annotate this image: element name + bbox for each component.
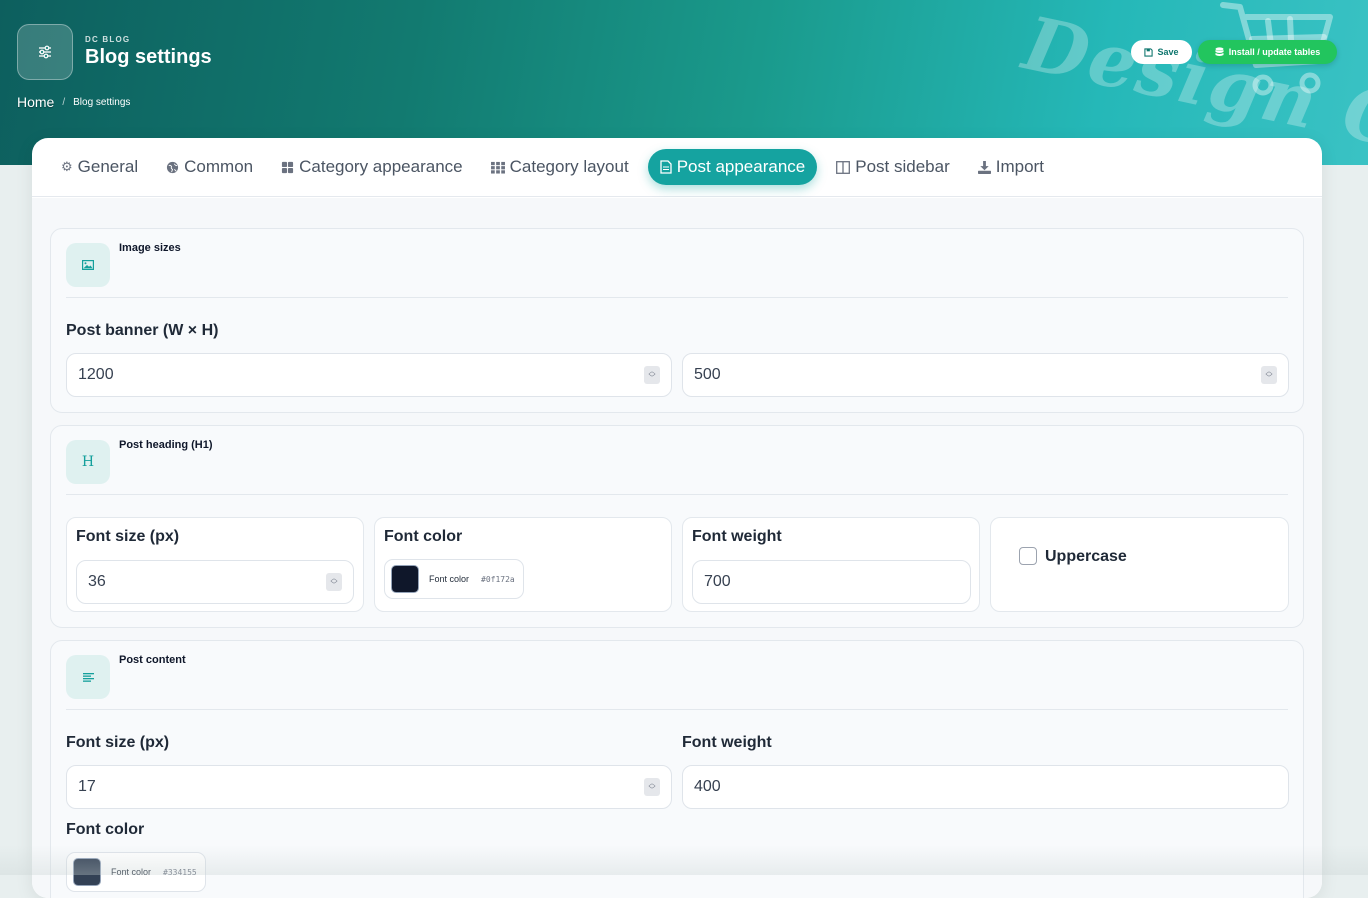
heading-font-size-card: Font size (px) 36 ︿ ﹀ xyxy=(66,517,364,612)
post-heading-section: H Post heading (H1) Font size (px) 36 ︿ ﹀… xyxy=(50,425,1304,628)
content-font-size-input[interactable]: 17 ︿ ﹀ xyxy=(66,765,672,809)
install-update-tables-button[interactable]: Install / update tables xyxy=(1198,40,1337,64)
heading-font-color-card: Font color Font color #0f172a xyxy=(374,517,672,612)
breadcrumb: Home / Blog settings xyxy=(17,94,130,110)
section-divider xyxy=(66,297,1288,298)
tab-label: Common xyxy=(184,157,254,176)
content-font-weight-label: Font weight xyxy=(682,734,772,751)
tab-content-area: Image sizes Post banner (W × H) 1200 ︿ ﹀ … xyxy=(32,198,1322,898)
globe-icon xyxy=(166,161,179,174)
tab-label: General xyxy=(77,157,139,176)
install-button-label: Install / update tables xyxy=(1228,47,1321,57)
heading-uppercase-card: Uppercase xyxy=(990,517,1289,612)
section-divider xyxy=(66,709,1288,710)
grid-icon xyxy=(281,161,294,174)
settings-sliders-icon xyxy=(17,24,73,80)
tab-label: Category layout xyxy=(509,157,629,176)
field-label: Font size (px) xyxy=(76,528,180,545)
post-banner-height-input[interactable]: 500 ︿ ﹀ xyxy=(682,353,1289,397)
input-value: 1200 xyxy=(78,366,114,383)
document-icon xyxy=(660,160,672,174)
app-eyebrow: DC BLOG xyxy=(85,35,131,44)
content-font-color-picker[interactable]: Font color #334155 xyxy=(66,852,206,892)
heading-font-size-input[interactable]: 36 ︿ ﹀ xyxy=(76,560,354,604)
th-icon xyxy=(490,161,505,174)
input-value: 700 xyxy=(704,573,731,590)
post-content-section: Post content Font size (px) 17 ︿ ﹀ Font w… xyxy=(50,640,1304,898)
tab-post-appearance[interactable]: Post appearance xyxy=(647,149,818,185)
tab-import[interactable]: Import xyxy=(969,149,1053,185)
tab-label: Post appearance xyxy=(676,157,806,176)
input-value: 36 xyxy=(88,573,106,590)
content-font-color-label: Font color xyxy=(66,821,145,838)
section-title: Post heading (H1) xyxy=(119,439,213,451)
content-font-weight-input[interactable]: 400 xyxy=(682,765,1289,809)
save-button-label: Save xyxy=(1157,47,1179,57)
tab-general[interactable]: ⚙ General xyxy=(52,149,147,185)
tab-label: Post sidebar xyxy=(855,157,950,176)
color-hex-value: #0f172a xyxy=(481,574,515,584)
color-hex-value: #334155 xyxy=(163,867,197,877)
gear-icon: ⚙ xyxy=(61,159,73,174)
tab-common[interactable]: Common xyxy=(157,149,262,185)
input-value: 17 xyxy=(78,778,96,795)
post-banner-label: Post banner (W × H) xyxy=(66,322,219,339)
tab-category-appearance[interactable]: Category appearance xyxy=(272,149,472,185)
tab-category-layout[interactable]: Category layout xyxy=(482,149,638,185)
input-value: 500 xyxy=(694,366,721,383)
number-stepper[interactable]: ︿ ﹀ xyxy=(644,366,660,384)
color-swatch[interactable] xyxy=(73,858,101,886)
tab-post-sidebar[interactable]: Post sidebar xyxy=(827,149,959,185)
image-sizes-section: Image sizes Post banner (W × H) 1200 ︿ ﹀ … xyxy=(50,228,1304,413)
align-left-icon xyxy=(66,655,110,699)
database-icon xyxy=(1215,47,1224,56)
download-icon xyxy=(977,160,991,174)
heading-font-color-picker[interactable]: Font color #0f172a xyxy=(384,559,524,599)
section-title: Image sizes xyxy=(119,242,181,254)
uppercase-checkbox[interactable] xyxy=(1019,547,1037,565)
section-divider xyxy=(66,494,1288,495)
floppy-disk-icon xyxy=(1144,47,1154,57)
number-stepper[interactable]: ︿ ﹀ xyxy=(1261,366,1277,384)
image-icon xyxy=(66,243,110,287)
breadcrumb-separator: / xyxy=(62,96,66,108)
heading-h-icon: H xyxy=(66,440,110,484)
field-label: Font color xyxy=(384,528,463,545)
uppercase-label[interactable]: Uppercase xyxy=(1045,548,1127,566)
breadcrumb-current: Blog settings xyxy=(73,96,131,108)
breadcrumb-home-link[interactable]: Home xyxy=(17,94,54,110)
page-title: Blog settings xyxy=(85,46,212,68)
heading-font-weight-card: Font weight 700 xyxy=(682,517,980,612)
field-label: Font weight xyxy=(692,528,782,545)
input-value: 400 xyxy=(694,778,721,795)
color-chip-label: Font color xyxy=(429,574,470,584)
content-font-size-label: Font size (px) xyxy=(66,734,170,751)
settings-tabs: ⚙ General Common Category appearance Cat… xyxy=(32,138,1322,197)
columns-icon xyxy=(836,160,851,174)
section-title: Post content xyxy=(119,654,186,666)
heading-font-weight-input[interactable]: 700 xyxy=(692,560,971,604)
save-button[interactable]: Save xyxy=(1131,40,1192,64)
color-swatch[interactable] xyxy=(391,565,419,593)
number-stepper[interactable]: ︿ ﹀ xyxy=(644,778,660,796)
post-banner-width-input[interactable]: 1200 ︿ ﹀ xyxy=(66,353,672,397)
settings-card: ⚙ General Common Category appearance Cat… xyxy=(32,138,1322,898)
number-stepper[interactable]: ︿ ﹀ xyxy=(326,573,342,591)
tab-label: Import xyxy=(995,157,1044,176)
tab-label: Category appearance xyxy=(299,157,463,176)
color-chip-label: Font color xyxy=(111,867,152,877)
